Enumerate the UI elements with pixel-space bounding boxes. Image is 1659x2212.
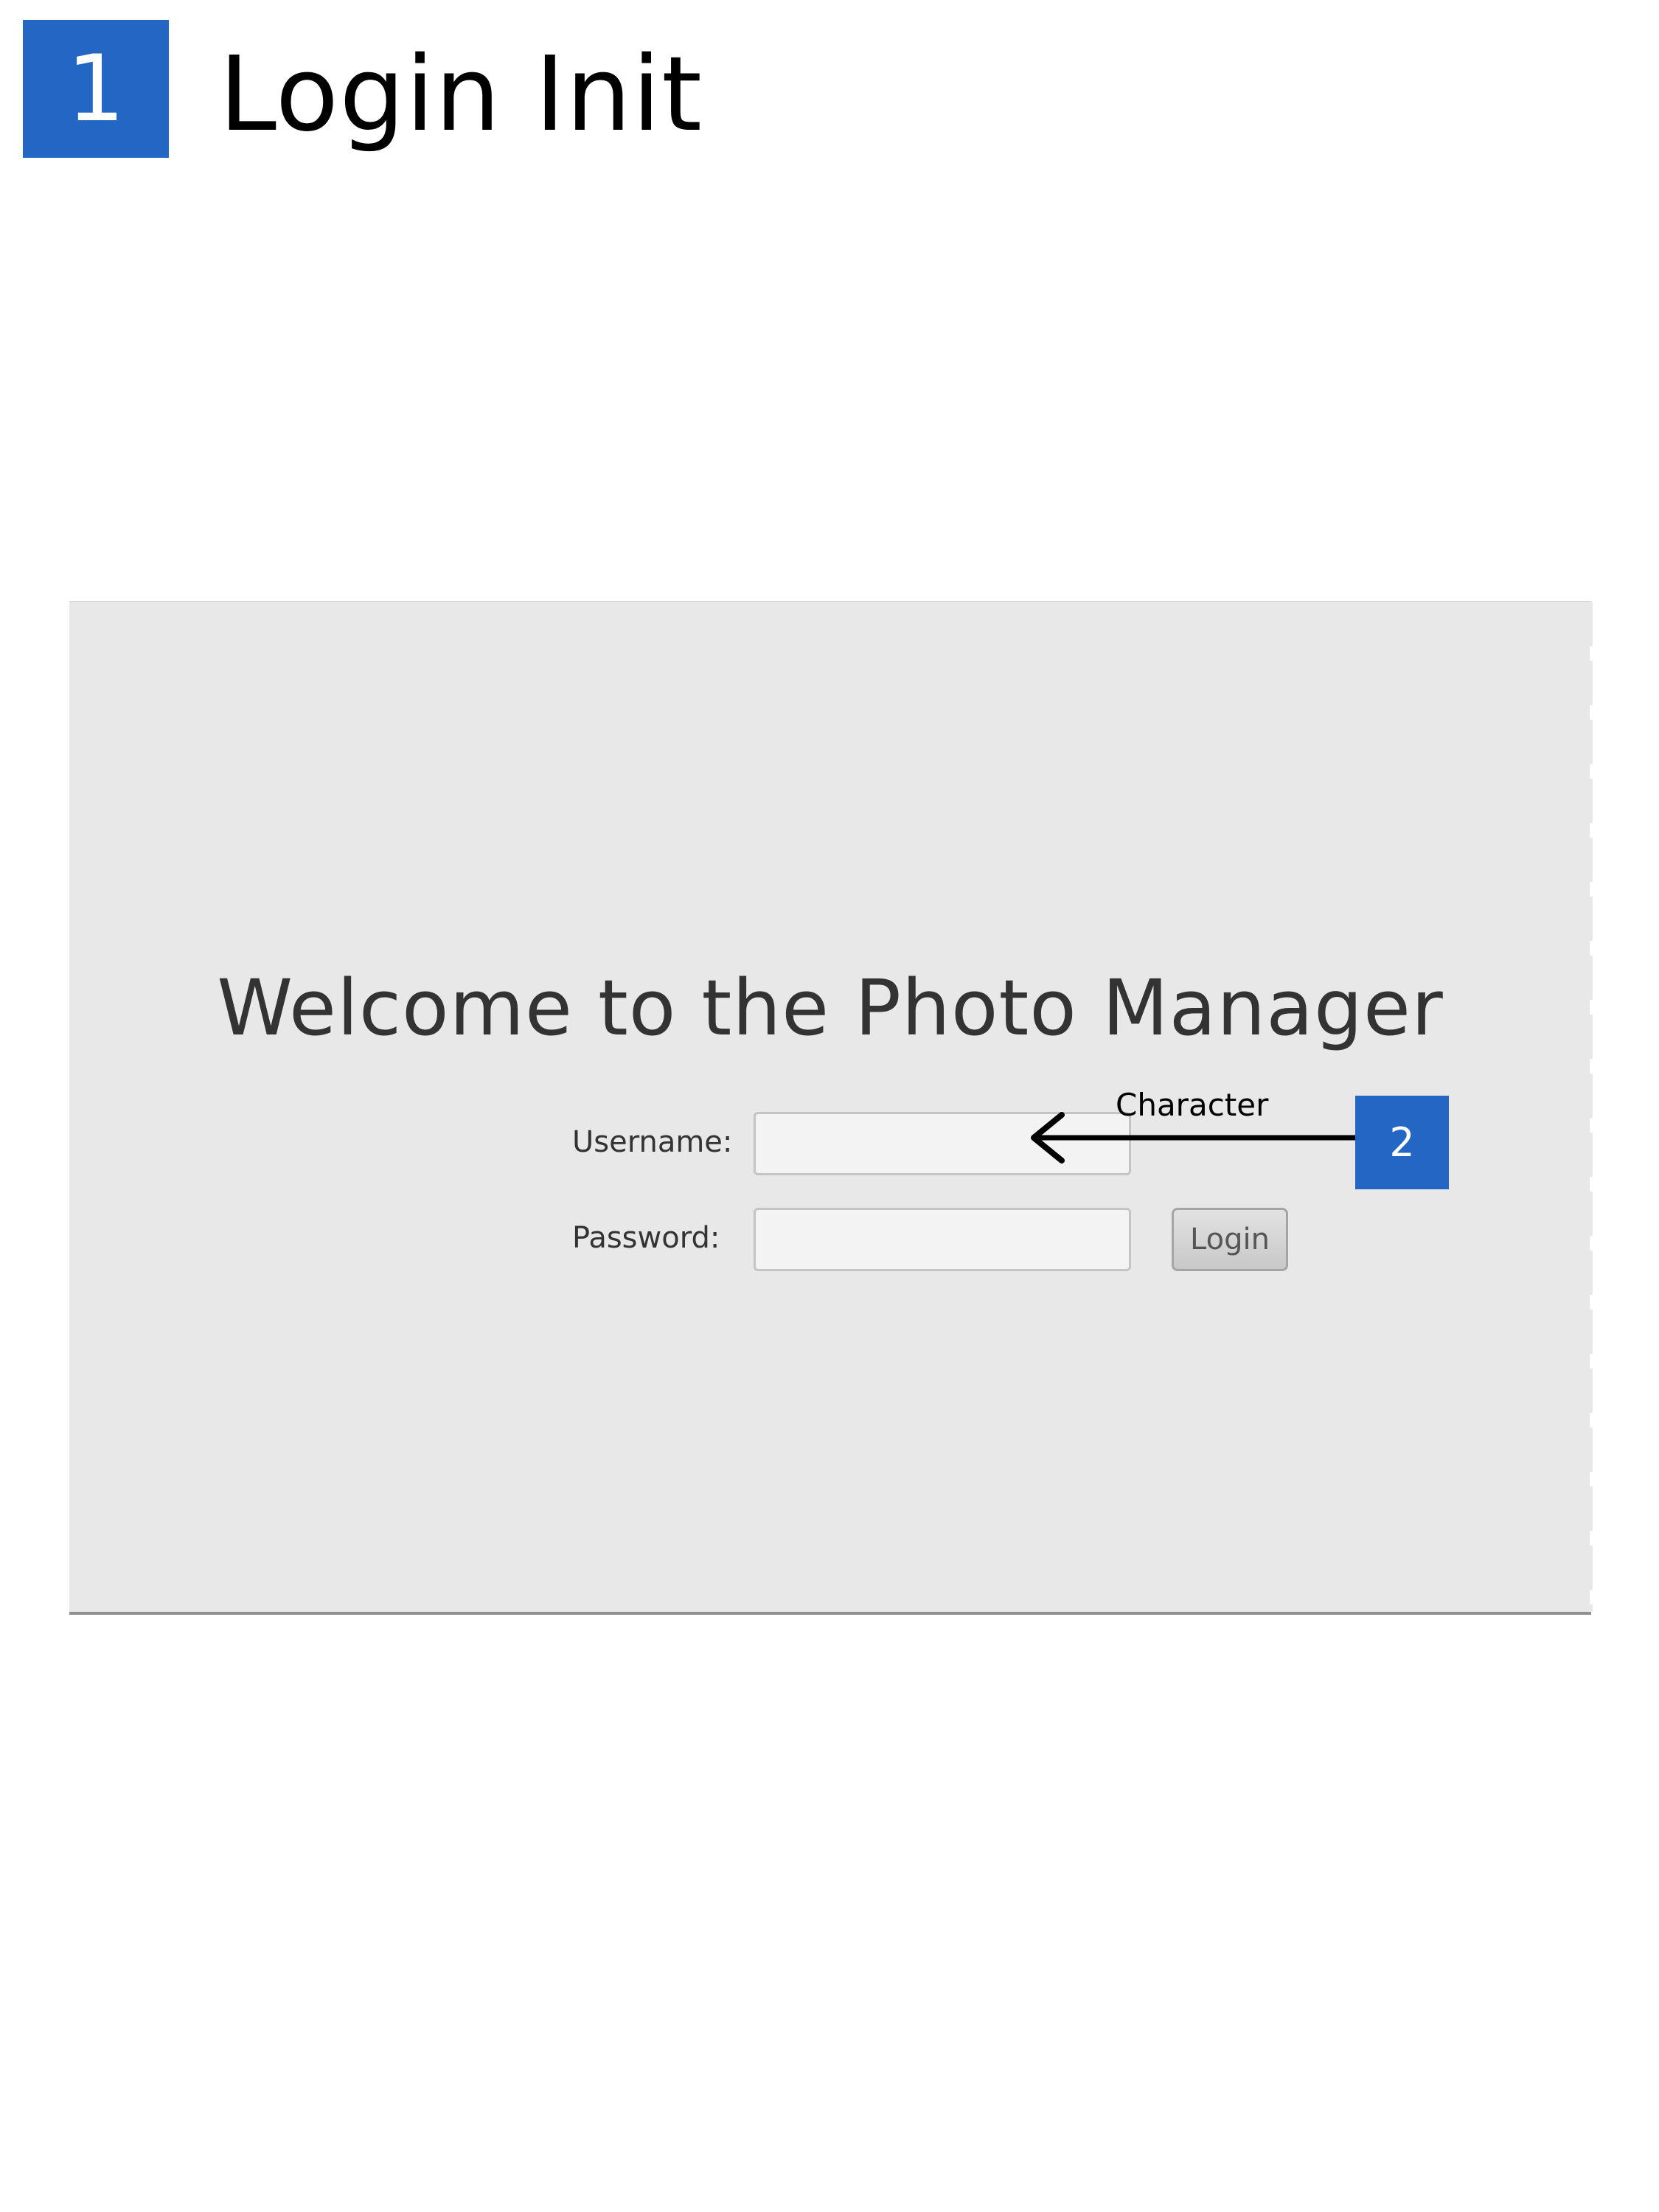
login-button[interactable]: Login [1172,1208,1288,1271]
callout-number: 2 [1389,1119,1415,1166]
password-label: Password: [572,1221,720,1255]
page-title: Login Init [219,34,703,155]
step-number-badge: 1 [23,20,169,158]
welcome-title: Welcome to the Photo Manager [217,963,1444,1053]
callout-badge: 2 [1355,1096,1449,1189]
password-input[interactable] [754,1208,1131,1271]
username-label: Username: [572,1125,733,1159]
annotation-arrow-icon [1031,1112,1364,1164]
step-number: 1 [66,35,125,142]
